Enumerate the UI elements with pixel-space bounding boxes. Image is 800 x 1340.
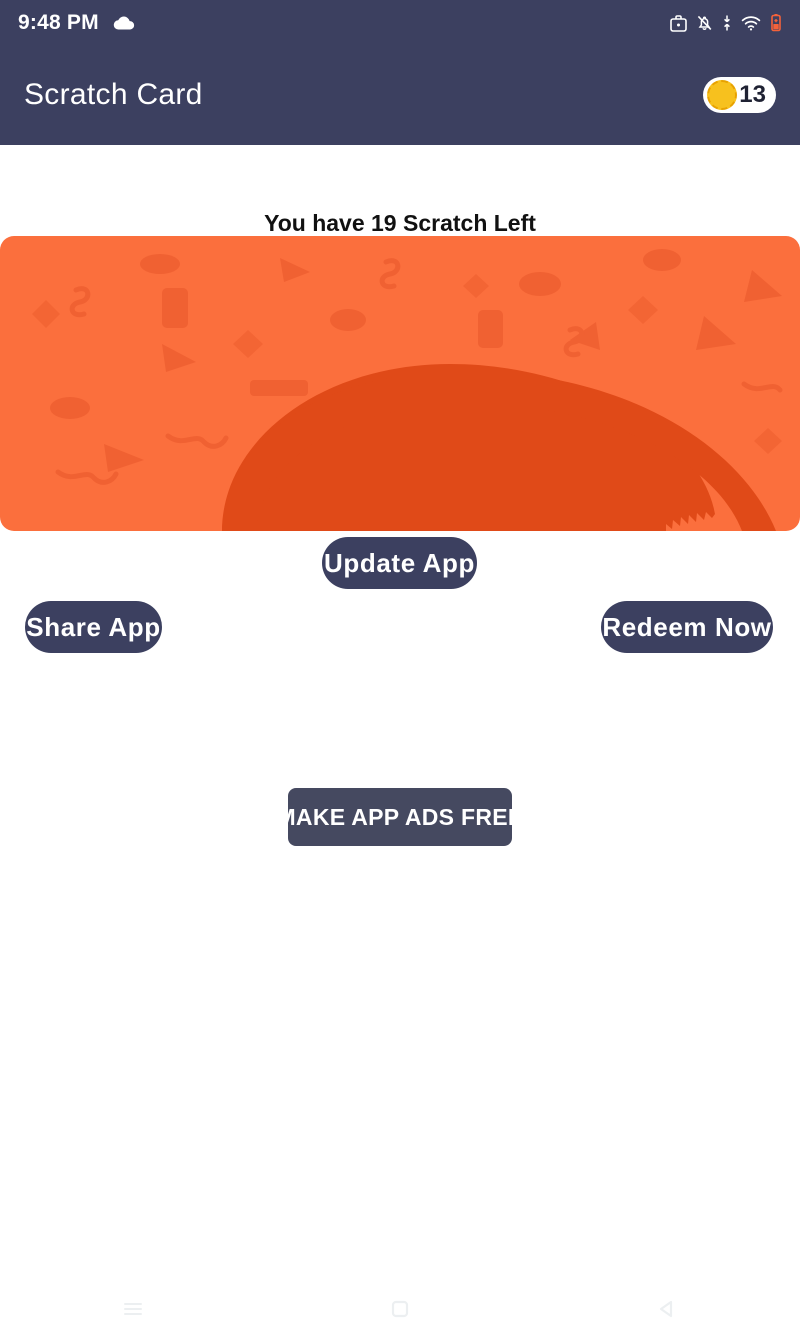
nav-home-button[interactable]: [267, 1278, 534, 1340]
wifi-icon: [741, 14, 761, 32]
mobile-data-icon: [722, 14, 732, 32]
status-bar-icons: [670, 13, 782, 33]
scratch-count-label: You have 19 Scratch Left: [264, 210, 536, 236]
redeem-now-button[interactable]: Redeem Now: [601, 601, 773, 653]
battery-icon: [770, 13, 782, 33]
notifications-muted-icon: [696, 14, 713, 32]
status-bar: 9:48 PM: [0, 0, 800, 45]
scratched-area: [222, 364, 776, 531]
nav-back-button[interactable]: [533, 1278, 800, 1340]
coin-balance-badge[interactable]: 13: [703, 77, 776, 113]
app-bar: Scratch Card 13: [0, 45, 800, 145]
update-app-button[interactable]: Update App: [322, 537, 477, 589]
app-root: 9:48 PM Scratch Card 13 You have 19 Scra…: [0, 0, 800, 1340]
status-bar-clock: 9:48 PM: [18, 10, 99, 34]
page-title: Scratch Card: [24, 78, 203, 111]
android-nav-bar: [0, 1278, 800, 1340]
cloud-icon: [113, 15, 135, 31]
home-square-icon: [386, 1295, 414, 1323]
coin-icon: [707, 80, 738, 110]
share-app-button[interactable]: Share App: [25, 601, 162, 653]
recents-icon: [119, 1295, 147, 1323]
back-triangle-icon: [653, 1295, 681, 1323]
coin-count: 13: [739, 81, 766, 108]
scratch-card[interactable]: [0, 236, 800, 531]
make-app-ads-free-button[interactable]: MAKE APP ADS FREE: [276, 788, 523, 846]
nav-recents-button[interactable]: [0, 1278, 267, 1340]
work-profile-icon: [670, 14, 687, 32]
